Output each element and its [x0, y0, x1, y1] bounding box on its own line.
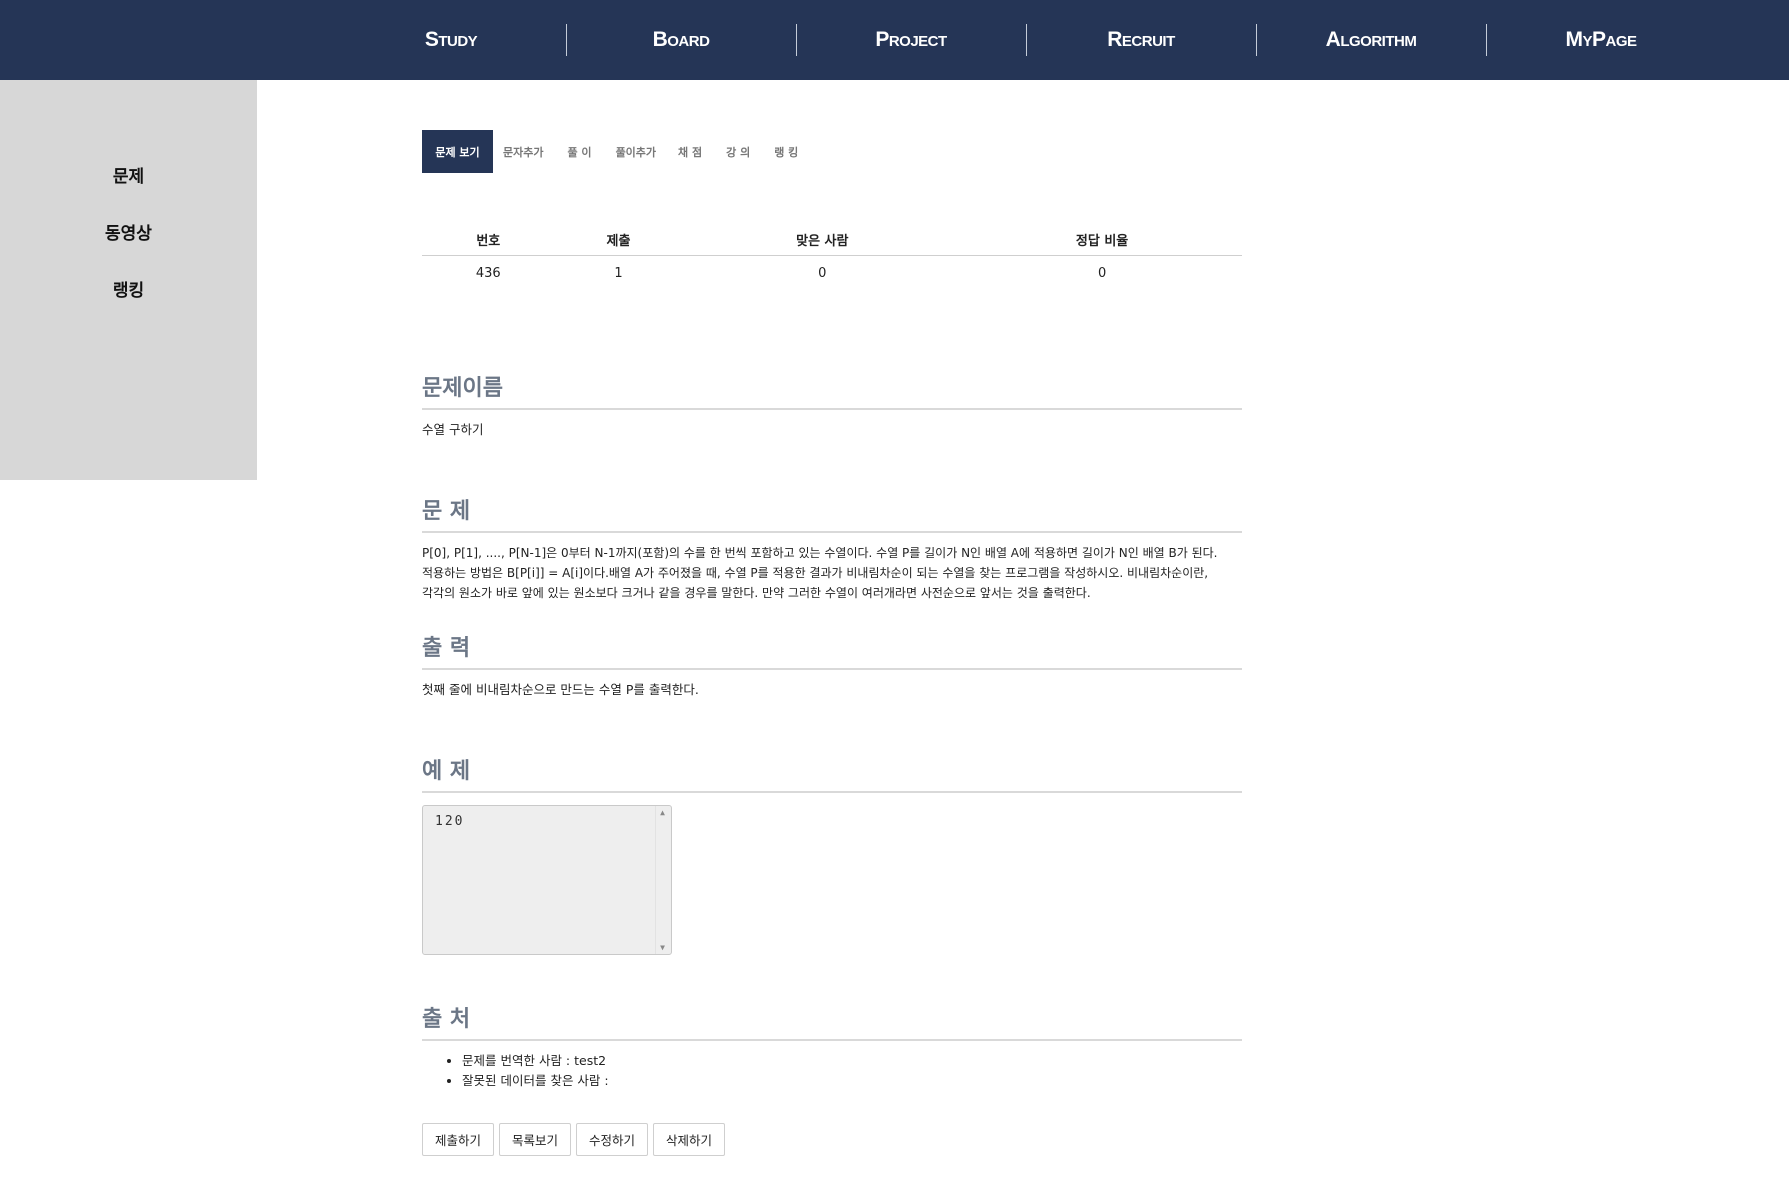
scrollbar[interactable]: ▲ ▼ [655, 806, 671, 954]
sidebar: 문제 동영상 랭킹 [0, 80, 257, 480]
desc-line: 각각의 원소가 바로 앞에 있는 원소보다 크거나 같을 경우를 말한다. 만약… [422, 586, 1091, 600]
desc-line: P[0], P[1], ...., P[N-1]은 0부터 N-1까지(포함)의… [422, 546, 1218, 560]
section-title-sample: 예 제 [422, 753, 1242, 793]
sidebar-item-videos[interactable]: 동영상 [0, 219, 257, 244]
section-title-desc: 문 제 [422, 493, 1242, 533]
section-source: 출 처 문제를 번역한 사람 : test2 잘못된 데이터를 찾은 사람 : [422, 1001, 1242, 1091]
list-button[interactable]: 목록보기 [499, 1123, 572, 1156]
sidebar-item-problems[interactable]: 문제 [0, 162, 257, 187]
cell-solved: 0 [818, 265, 827, 281]
nav-project[interactable]: Project [796, 0, 1026, 80]
problem-tabs: 문제 보기 문자추가 풀 이 풀이추가 채 점 강 의 랭 킹 [422, 130, 1242, 173]
section-sample: 예 제 120 ▲ ▼ [422, 753, 1242, 955]
problem-stats-table: 번호 제출 맞은 사람 정답 비율 436 1 0 0 [422, 225, 1242, 291]
nav-study[interactable]: Study [336, 0, 566, 80]
section-problem-desc: 문 제 P[0], P[1], ...., P[N-1]은 0부터 N-1까지(… [422, 493, 1242, 603]
sample-textarea[interactable]: 120 ▲ ▼ [422, 805, 672, 955]
tab-lecture[interactable]: 강 의 [714, 130, 762, 173]
action-buttons: 제출하기 목록보기 수정하기 삭제하기 [422, 1123, 726, 1156]
nav-mypage[interactable]: MyPage [1486, 0, 1716, 80]
header-accuracy: 정답 비율 [962, 225, 1242, 256]
section-problem-name: 문제이름 수열 구하기 [422, 370, 1242, 440]
header-number: 번호 [422, 225, 555, 256]
problem-description: P[0], P[1], ...., P[N-1]은 0부터 N-1까지(포함)의… [422, 543, 1242, 603]
tab-ranking[interactable]: 랭 킹 [762, 130, 810, 173]
tab-add-problem[interactable]: 문자추가 [493, 130, 553, 173]
submit-button[interactable]: 제출하기 [422, 1123, 495, 1156]
output-description: 첫째 줄에 비내림차순으로 만드는 수열 P를 출력한다. [422, 682, 699, 697]
header-submissions: 제출 [554, 225, 683, 256]
tab-grading[interactable]: 채 점 [666, 130, 714, 173]
main-nav: Study Board Project Recruit Algorithm My… [336, 0, 1716, 80]
edit-button[interactable]: 수정하기 [576, 1123, 649, 1156]
scroll-down-icon[interactable]: ▼ [660, 943, 667, 952]
nav-board[interactable]: Board [566, 0, 796, 80]
source-list: 문제를 번역한 사람 : test2 잘못된 데이터를 찾은 사람 : [422, 1051, 1242, 1091]
section-title-source: 출 처 [422, 1001, 1242, 1041]
top-nav-bar: Study Board Project Recruit Algorithm My… [0, 0, 1791, 80]
section-title-name: 문제이름 [422, 370, 1242, 410]
header-solved: 맞은 사람 [682, 225, 963, 256]
sample-text: 120 [435, 814, 465, 829]
cell-accuracy: 0 [1097, 265, 1107, 281]
section-output: 출 력 첫째 줄에 비내림차순으로 만드는 수열 P를 출력한다. [422, 630, 1242, 700]
tab-view-problem[interactable]: 문제 보기 [422, 130, 493, 173]
tab-solution[interactable]: 풀 이 [553, 130, 605, 173]
nav-algorithm[interactable]: Algorithm [1256, 0, 1486, 80]
cell-submissions: 1 [614, 265, 623, 281]
cell-number: 436 [475, 265, 501, 281]
table-header-row: 번호 제출 맞은 사람 정답 비율 [422, 225, 1242, 256]
tab-add-solution[interactable]: 풀이추가 [606, 130, 666, 173]
nav-recruit[interactable]: Recruit [1026, 0, 1256, 80]
table-row: 436 1 0 0 [422, 255, 1242, 291]
sidebar-item-ranking[interactable]: 랭킹 [0, 276, 257, 301]
main-content: 문제 보기 문자추가 풀 이 풀이추가 채 점 강 의 랭 킹 번호 제출 맞은… [422, 130, 1242, 1156]
list-item: 잘못된 데이터를 찾은 사람 : [462, 1071, 1242, 1091]
section-title-output: 출 력 [422, 630, 1242, 670]
scroll-up-icon[interactable]: ▲ [660, 808, 667, 817]
desc-line: 적용하는 방법은 B[P[i]] = A[i]이다.배열 A가 주어졌을 때, … [422, 566, 1209, 580]
delete-button[interactable]: 삭제하기 [653, 1123, 726, 1156]
problem-name: 수열 구하기 [422, 422, 484, 437]
list-item: 문제를 번역한 사람 : test2 [462, 1051, 1242, 1071]
